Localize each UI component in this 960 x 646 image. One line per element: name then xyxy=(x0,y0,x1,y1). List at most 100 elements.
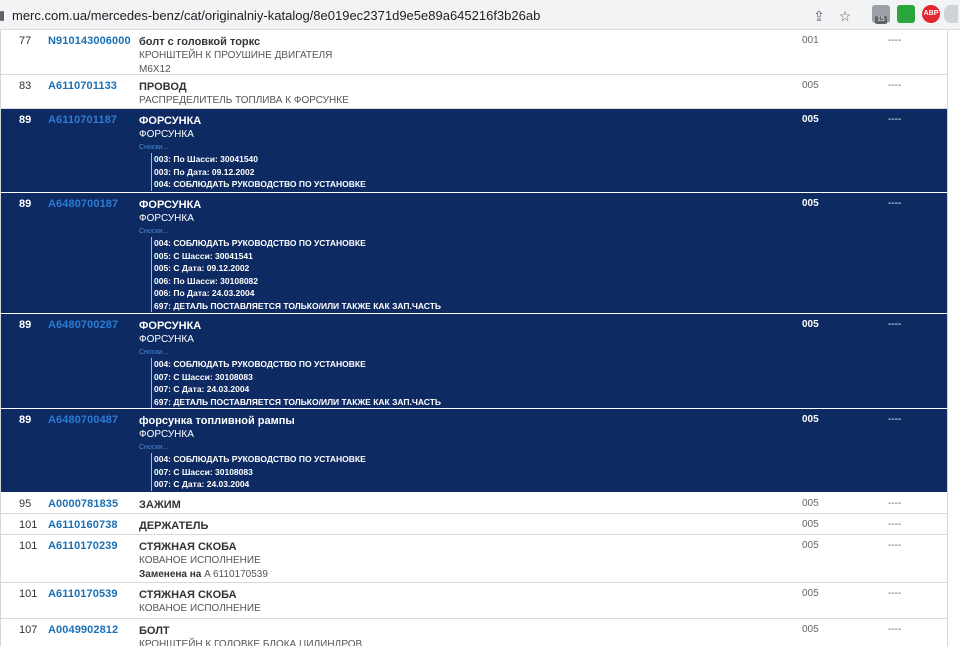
part-number-link[interactable]: A0049902812 xyxy=(48,624,118,636)
table-row[interactable]: 77 N910143006000 болт с головкой торкс КРОН… xyxy=(1,30,947,75)
code-placeholder: ---- xyxy=(888,414,902,425)
table-row[interactable]: 95 A0000781835 ЗАЖИМ 005 ---- xyxy=(1,493,947,514)
part-name: СТЯЖНАЯ СКОБА xyxy=(139,589,237,601)
footnotes-list: 004: СОБЛЮДАТЬ РУКОВОДСТВО ПО УСТАНОВКЕ 0… xyxy=(151,237,779,312)
quantity: 005 xyxy=(802,498,819,509)
adblock-extension-icon[interactable]: ABP xyxy=(922,5,940,23)
part-description: ФОРСУНКА ФОРСУНКА Сноски... 003: По Шасси: … xyxy=(139,114,779,191)
part-number-link[interactable]: A6110170239 xyxy=(48,540,118,552)
part-number-link[interactable]: N910143006000 xyxy=(48,35,131,47)
share-icon[interactable]: ⇪ xyxy=(810,7,828,25)
position-number: 77 xyxy=(19,35,32,47)
part-number-link[interactable]: A6110701133 xyxy=(48,80,117,92)
quantity: 001 xyxy=(802,35,819,46)
part-description: ПРОВОД РАСПРЕДЕЛИТЕЛЬ ТОПЛИВА К ФОРСУНКЕ xyxy=(139,80,779,108)
part-name: ФОРСУНКА xyxy=(139,199,202,211)
part-subtitle: ФОРСУНКА xyxy=(139,334,194,345)
part-number-link[interactable]: A6480700487 xyxy=(48,414,118,426)
part-description: форсунка топливной рампы ФОРСУНКА Сноски..… xyxy=(139,414,779,491)
footnote-item: 003: По Шасси: 30041540 xyxy=(154,154,258,164)
table-row[interactable]: 101 A6110170539 СТЯЖНАЯ СКОБА КОВАНОЕ ИСПОЛ… xyxy=(1,583,947,619)
printer-extension-icon[interactable]: 15 xyxy=(872,5,890,24)
code-placeholder: ---- xyxy=(888,114,902,125)
code-placeholder: ---- xyxy=(888,80,902,91)
part-number-link[interactable]: A6110160738 xyxy=(48,519,118,531)
browser-toolbar: merc.com.ua/mercedes-benz/cat/originalni… xyxy=(0,0,960,30)
address-bar[interactable]: merc.com.ua/mercedes-benz/cat/originalni… xyxy=(0,3,862,27)
replacement-info: Заменена на A 6110170539 xyxy=(139,568,779,582)
code-placeholder: ---- xyxy=(888,519,902,530)
table-row[interactable]: 101 A6110170239 СТЯЖНАЯ СКОБА КОВАНОЕ ИСПОЛ… xyxy=(1,535,947,583)
table-row[interactable]: 101 A6110160738 ДЕРЖАТЕЛЬ 005 ---- xyxy=(1,514,947,535)
footnote-item: 006: По Дата: 24.03.2004 xyxy=(154,288,255,298)
quantity: 005 xyxy=(802,519,819,530)
footnote-item: 007: С Шасси: 30108083 xyxy=(154,466,253,477)
replacement-label: Заменена на xyxy=(139,569,202,580)
table-row[interactable]: 89 A6480700287 ФОРСУНКА ФОРСУНКА Сноски... 00… xyxy=(1,314,947,409)
position-number: 95 xyxy=(19,498,32,510)
footnote-item: 005: С Шасси: 30041541 xyxy=(154,250,253,261)
footnote-item: 007: С Дата: 24.03.2004 xyxy=(154,479,250,489)
part-name: форсунка топливной рампы xyxy=(139,415,295,427)
footnote-item: 697: ДЕТАЛЬ ПОСТАВЛЯЕТСЯ ТОЛЬКО/ИЛИ ТАКЖ… xyxy=(154,396,442,407)
part-number-link[interactable]: A0000781835 xyxy=(48,498,118,510)
quantity: 005 xyxy=(802,624,819,635)
position-number: 89 xyxy=(19,114,32,126)
part-description: ФОРСУНКА ФОРСУНКА Сноски... 004: СОБЛЮДАТЬ … xyxy=(139,198,779,312)
footnote-item: 004: СОБЛЮДАТЬ РУКОВОДСТВО ПО УСТАНОВКЕ xyxy=(154,359,366,369)
code-placeholder: ---- xyxy=(888,588,902,599)
part-number-link[interactable]: A6110170539 xyxy=(48,588,118,600)
parts-catalog-table: 77 N910143006000 болт с головкой торкс КРОН… xyxy=(0,30,948,646)
table-row[interactable]: 89 A6480700487 форсунка топливной рампы ФОР… xyxy=(1,409,947,493)
position-number: 89 xyxy=(19,198,32,210)
quantity: 005 xyxy=(802,540,819,551)
part-description: ЗАЖИМ xyxy=(139,498,779,512)
footnotes-toggle-link[interactable]: Сноски... xyxy=(139,227,779,237)
quantity: 005 xyxy=(802,80,819,91)
extension-badge: 15 xyxy=(875,16,887,24)
code-placeholder: ---- xyxy=(888,319,902,330)
part-description: ДЕРЖАТЕЛЬ xyxy=(139,519,779,533)
footnotes-toggle-link[interactable]: Сноски... xyxy=(139,143,779,153)
footnote-item: 005: С Дата: 09.12.2002 xyxy=(154,263,250,273)
position-number: 89 xyxy=(19,414,32,426)
table-row[interactable]: 89 A6110701187 ФОРСУНКА ФОРСУНКА Сноски... 00… xyxy=(1,109,947,193)
part-description: БОЛТ КРОНШТЕЙН К ГОЛОВКЕ БЛОКА ЦИЛИНДРОВ xyxy=(139,624,779,646)
table-row[interactable]: 107 A0049902812 БОЛТ КРОНШТЕЙН К ГОЛОВКЕ БЛ… xyxy=(1,619,947,646)
part-description: СТЯЖНАЯ СКОБА КОВАНОЕ ИСПОЛНЕНИЕ Заменена … xyxy=(139,540,779,582)
part-subtitle: ФОРСУНКА xyxy=(139,429,194,440)
position-number: 101 xyxy=(19,519,38,531)
part-name: болт с головкой торкс xyxy=(139,36,261,48)
code-placeholder: ---- xyxy=(888,198,902,209)
footnote-item: 007: С Шасси: 30108083 xyxy=(154,371,253,382)
part-name: ФОРСУНКА xyxy=(139,115,202,127)
quantity: 005 xyxy=(802,414,819,425)
quantity: 005 xyxy=(802,588,819,599)
part-number-link[interactable]: A6110701187 xyxy=(48,114,117,126)
part-name: ФОРСУНКА xyxy=(139,320,202,332)
replacement-part-number[interactable]: A 6110170539 xyxy=(204,569,268,580)
position-number: 107 xyxy=(19,624,38,636)
table-row[interactable]: 83 A6110701133 ПРОВОД РАСПРЕДЕЛИТЕЛЬ ТОПЛИВ… xyxy=(1,75,947,109)
table-row[interactable]: 89 A6480700187 ФОРСУНКА ФОРСУНКА Сноски... 00… xyxy=(1,193,947,314)
footnotes-list: 003: По Шасси: 30041540 003: По Дата: 09.… xyxy=(151,153,779,191)
part-description: болт с головкой торкс КРОНШТЕЙН К ПРОУШИН… xyxy=(139,35,779,77)
star-icon[interactable]: ☆ xyxy=(836,7,854,25)
part-number-link[interactable]: A6480700287 xyxy=(48,319,118,331)
footnote-item: 004: СОБЛЮДАТЬ РУКОВОДСТВО ПО УСТАНОВКЕ xyxy=(154,238,366,248)
part-number-link[interactable]: A6480700187 xyxy=(48,198,118,210)
position-number: 89 xyxy=(19,319,32,331)
url-text[interactable]: merc.com.ua/mercedes-benz/cat/originalni… xyxy=(12,8,540,23)
part-subtitle: КРОНШТЕЙН К ГОЛОВКЕ БЛОКА ЦИЛИНДРОВ xyxy=(139,639,363,646)
lock-icon[interactable] xyxy=(0,11,4,21)
part-name: ДЕРЖАТЕЛЬ xyxy=(139,520,209,532)
quantity: 005 xyxy=(802,319,819,330)
profile-avatar-icon[interactable] xyxy=(944,5,958,23)
footnotes-toggle-link[interactable]: Сноски... xyxy=(139,443,779,453)
footnotes-toggle-link[interactable]: Сноски... xyxy=(139,348,779,358)
part-description: ФОРСУНКА ФОРСУНКА Сноски... 004: СОБЛЮДАТЬ … xyxy=(139,319,779,408)
green-extension-icon[interactable] xyxy=(897,5,915,23)
part-name: СТЯЖНАЯ СКОБА xyxy=(139,541,237,553)
position-number: 83 xyxy=(19,80,32,92)
code-placeholder: ---- xyxy=(888,498,902,509)
